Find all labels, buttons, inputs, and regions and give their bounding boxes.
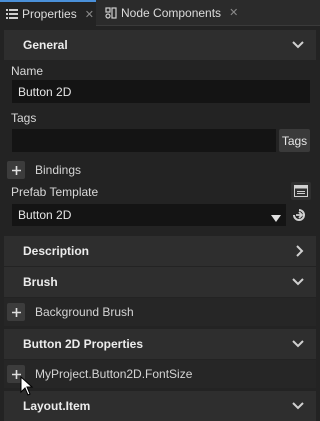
name-label: Name bbox=[11, 64, 44, 78]
tab-properties[interactable]: Properties ✕ bbox=[0, 0, 96, 26]
chevron-down-icon bbox=[292, 267, 304, 297]
prefab-template-dropdown[interactable]: Button 2D bbox=[12, 204, 286, 226]
prefab-template-label: Prefab Template bbox=[11, 185, 99, 199]
tags-field[interactable] bbox=[12, 129, 276, 152]
mouse-cursor-icon bbox=[20, 375, 34, 396]
tags-label: Tags bbox=[11, 111, 37, 125]
prefab-browse-button[interactable] bbox=[291, 182, 311, 200]
section-description[interactable]: Description bbox=[4, 236, 316, 266]
add-binding-button[interactable] bbox=[7, 161, 25, 179]
tab-node-components-label: Node Components bbox=[121, 5, 222, 20]
chevron-down-icon bbox=[292, 329, 304, 359]
close-tab-icon[interactable]: ✕ bbox=[85, 8, 94, 21]
properties-panel: General Name Button 2D Tags Tags Binding… bbox=[0, 26, 320, 421]
section-title: Layout.Item bbox=[23, 399, 91, 413]
name-field[interactable]: Button 2D bbox=[12, 80, 310, 103]
chevron-down-icon bbox=[292, 30, 304, 60]
tab-bar: Properties ✕ Node Components ✕ bbox=[0, 0, 320, 26]
plus-icon bbox=[11, 165, 21, 175]
bindings-label: Bindings bbox=[35, 163, 82, 177]
add-background-brush-button[interactable] bbox=[7, 303, 25, 321]
tags-button[interactable]: Tags bbox=[279, 129, 310, 152]
revert-icon[interactable] bbox=[290, 206, 308, 224]
section-general[interactable]: General bbox=[4, 30, 316, 60]
prefab-template-value: Button 2D bbox=[18, 208, 72, 222]
section-brush[interactable]: Brush bbox=[4, 267, 316, 297]
chevron-down-icon bbox=[292, 391, 304, 421]
tab-node-components[interactable]: Node Components ✕ bbox=[99, 0, 249, 25]
list-icon bbox=[6, 8, 18, 20]
plus-icon bbox=[11, 307, 21, 317]
section-title: General bbox=[23, 38, 68, 52]
dropdown-arrow-icon bbox=[271, 211, 281, 225]
tab-properties-label: Properties bbox=[22, 7, 77, 21]
components-icon bbox=[105, 6, 117, 19]
section-button-2d-properties[interactable]: Button 2D Properties bbox=[4, 329, 316, 359]
close-tab-icon[interactable]: ✕ bbox=[229, 6, 238, 19]
background-brush-label: Background Brush bbox=[35, 305, 134, 319]
window-icon bbox=[294, 185, 308, 197]
section-layout-item[interactable]: Layout.Item bbox=[4, 391, 316, 421]
section-title: Description bbox=[23, 244, 90, 258]
fontsize-property-label: MyProject.Button2D.FontSize bbox=[35, 367, 193, 381]
section-title: Brush bbox=[23, 275, 58, 289]
section-title: Button 2D Properties bbox=[23, 337, 144, 351]
chevron-right-icon bbox=[296, 236, 304, 266]
